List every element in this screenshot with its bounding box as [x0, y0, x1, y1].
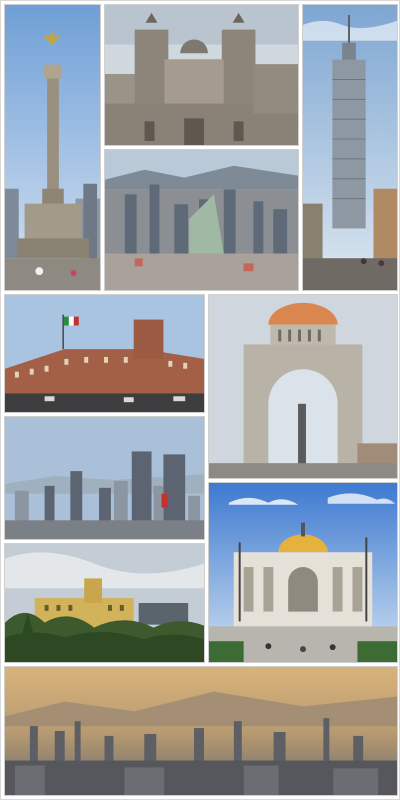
column-monument-icon	[5, 5, 100, 290]
photo-collage	[0, 0, 400, 800]
tile-skyline-towers	[4, 416, 205, 540]
cathedral-icon	[105, 5, 298, 145]
panorama-icon	[5, 667, 397, 795]
arch-monument-icon	[209, 295, 397, 478]
castle-icon	[5, 544, 204, 662]
tile-hazy-city-panorama	[4, 666, 398, 796]
tile-chapultepec-castle	[4, 543, 205, 663]
city-aerial-icon	[105, 150, 298, 290]
tile-city-skyline-aerial	[104, 149, 299, 291]
tile-metropolitan-cathedral	[104, 4, 299, 146]
tile-national-palace	[4, 294, 205, 413]
tile-torre-latinoamericana	[302, 4, 398, 291]
palace-icon	[5, 295, 204, 412]
domed-palace-icon	[209, 483, 397, 662]
tile-palacio-de-bellas-artes	[208, 482, 398, 663]
skyscraper-icon	[303, 5, 397, 290]
skyline-icon	[5, 417, 204, 539]
tile-angel-of-independence	[4, 4, 101, 291]
tile-monument-to-the-revolution	[208, 294, 398, 479]
